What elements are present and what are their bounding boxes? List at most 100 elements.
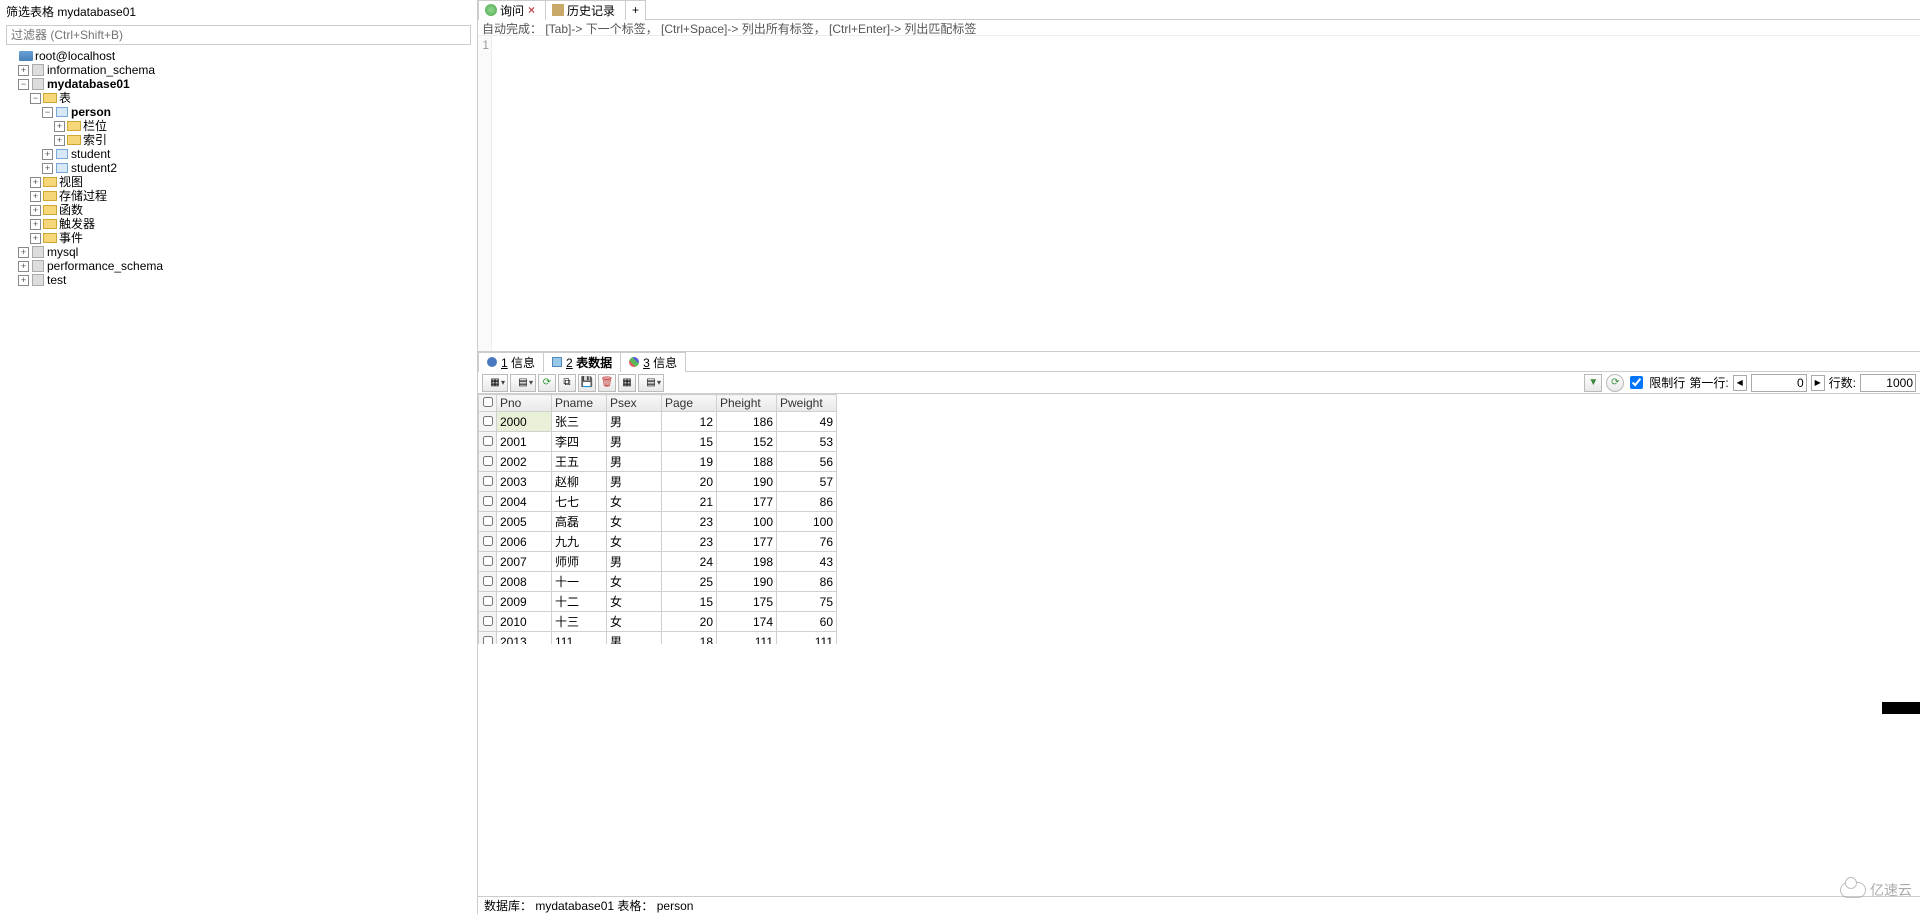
- column-header-Pname[interactable]: Pname: [552, 395, 607, 412]
- cell[interactable]: 18: [662, 632, 717, 645]
- tree-node-mysql[interactable]: +mysql: [4, 245, 477, 259]
- cell[interactable]: 2007: [497, 552, 552, 572]
- expander-icon[interactable]: +: [30, 205, 41, 216]
- view-mode-button[interactable]: ▦: [482, 374, 508, 392]
- cell[interactable]: 九九: [552, 532, 607, 552]
- row-checkbox[interactable]: [483, 456, 493, 466]
- first-next-button[interactable]: ▶: [1811, 375, 1825, 391]
- table-row[interactable]: 2000张三男1218649: [479, 412, 837, 432]
- expander-icon[interactable]: +: [30, 177, 41, 188]
- table-row[interactable]: 2003赵柳男2019057: [479, 472, 837, 492]
- row-checkbox[interactable]: [483, 556, 493, 566]
- cell[interactable]: 152: [717, 432, 777, 452]
- cell[interactable]: 高磊: [552, 512, 607, 532]
- subtab-info[interactable]: 1 信息: [478, 352, 544, 372]
- cell[interactable]: 男: [607, 472, 662, 492]
- copy-button[interactable]: ⧉: [558, 374, 576, 392]
- tree-node-表[interactable]: −表: [4, 91, 477, 105]
- cell[interactable]: 19: [662, 452, 717, 472]
- expander-icon[interactable]: −: [18, 79, 29, 90]
- cell[interactable]: 111: [717, 632, 777, 645]
- expander-icon[interactable]: +: [18, 261, 29, 272]
- first-row-input[interactable]: [1751, 374, 1807, 392]
- cell[interactable]: 十三: [552, 612, 607, 632]
- cell[interactable]: 23: [662, 532, 717, 552]
- cell[interactable]: 男: [607, 412, 662, 432]
- expander-icon[interactable]: +: [30, 233, 41, 244]
- row-checkbox[interactable]: [483, 596, 493, 606]
- tree-node-test[interactable]: +test: [4, 273, 477, 287]
- data-grid[interactable]: PnoPnamePsexPagePheightPweight2000张三男121…: [478, 394, 837, 644]
- row-checkbox[interactable]: [483, 436, 493, 446]
- expander-icon[interactable]: +: [42, 149, 53, 160]
- tree-node-information_schema[interactable]: +information_schema: [4, 63, 477, 77]
- row-checkbox[interactable]: [483, 636, 493, 645]
- subtab-table-data[interactable]: 2 表数据: [543, 352, 621, 372]
- table-row[interactable]: 2005高磊女23100100: [479, 512, 837, 532]
- cell[interactable]: 86: [777, 492, 837, 512]
- cell[interactable]: 177: [717, 492, 777, 512]
- cell[interactable]: 174: [717, 612, 777, 632]
- tree-node-mydatabase01[interactable]: −mydatabase01: [4, 77, 477, 91]
- table-row[interactable]: 2006九九女2317776: [479, 532, 837, 552]
- cell[interactable]: 女: [607, 592, 662, 612]
- cell[interactable]: 24: [662, 552, 717, 572]
- filter-input[interactable]: [6, 25, 471, 45]
- tree-node-视图[interactable]: +视图: [4, 175, 477, 189]
- table-row[interactable]: 2007师师男2419843: [479, 552, 837, 572]
- tree-node-索引[interactable]: +索引: [4, 133, 477, 147]
- tree-node-student[interactable]: +student: [4, 147, 477, 161]
- edit-button[interactable]: ▦: [618, 374, 636, 392]
- tree-node-存储过程[interactable]: +存储过程: [4, 189, 477, 203]
- cell[interactable]: 十一: [552, 572, 607, 592]
- tab-history[interactable]: 历史记录: [545, 0, 626, 20]
- tree-node-root@localhost[interactable]: root@localhost: [4, 49, 477, 63]
- cell[interactable]: 43: [777, 552, 837, 572]
- cell[interactable]: 赵柳: [552, 472, 607, 492]
- expander-icon[interactable]: −: [42, 107, 53, 118]
- table-row[interactable]: 2004七七女2117786: [479, 492, 837, 512]
- expander-icon[interactable]: +: [54, 135, 65, 146]
- row-checkbox[interactable]: [483, 576, 493, 586]
- cell[interactable]: 100: [717, 512, 777, 532]
- cell[interactable]: 女: [607, 532, 662, 552]
- cell[interactable]: 李四: [552, 432, 607, 452]
- cell[interactable]: 188: [717, 452, 777, 472]
- cell[interactable]: 12: [662, 412, 717, 432]
- expander-icon[interactable]: +: [18, 247, 29, 258]
- tree-node-student2[interactable]: +student2: [4, 161, 477, 175]
- column-header-Page[interactable]: Page: [662, 395, 717, 412]
- select-all-checkbox[interactable]: [483, 397, 493, 407]
- cell[interactable]: 177: [717, 532, 777, 552]
- cell[interactable]: 53: [777, 432, 837, 452]
- cell[interactable]: 100: [777, 512, 837, 532]
- tree-node-事件[interactable]: +事件: [4, 231, 477, 245]
- expander-icon[interactable]: +: [42, 163, 53, 174]
- cell[interactable]: 2005: [497, 512, 552, 532]
- cell[interactable]: 2000: [497, 412, 552, 432]
- cell[interactable]: 女: [607, 492, 662, 512]
- subtab-info2[interactable]: 3 信息: [620, 352, 686, 372]
- cell[interactable]: 2009: [497, 592, 552, 612]
- cell[interactable]: 49: [777, 412, 837, 432]
- cell[interactable]: 60: [777, 612, 837, 632]
- cell[interactable]: 2004: [497, 492, 552, 512]
- cell[interactable]: 女: [607, 612, 662, 632]
- table-row[interactable]: 2008十一女2519086: [479, 572, 837, 592]
- cell[interactable]: 2003: [497, 472, 552, 492]
- delete-button[interactable]: 🗑: [598, 374, 616, 392]
- filter-button[interactable]: ▼: [1584, 374, 1602, 392]
- row-checkbox[interactable]: [483, 536, 493, 546]
- tab-query[interactable]: 询问 ×: [478, 0, 546, 20]
- cell[interactable]: 56: [777, 452, 837, 472]
- cell[interactable]: 男: [607, 632, 662, 645]
- row-count-input[interactable]: [1860, 374, 1916, 392]
- close-icon[interactable]: ×: [528, 3, 535, 17]
- limit-checkbox[interactable]: [1630, 376, 1643, 389]
- column-header-Psex[interactable]: Psex: [607, 395, 662, 412]
- sql-editor[interactable]: 1: [478, 36, 1920, 352]
- cell[interactable]: 2008: [497, 572, 552, 592]
- column-header-Pweight[interactable]: Pweight: [777, 395, 837, 412]
- export-button[interactable]: ▤: [510, 374, 536, 392]
- expander-icon[interactable]: +: [18, 275, 29, 286]
